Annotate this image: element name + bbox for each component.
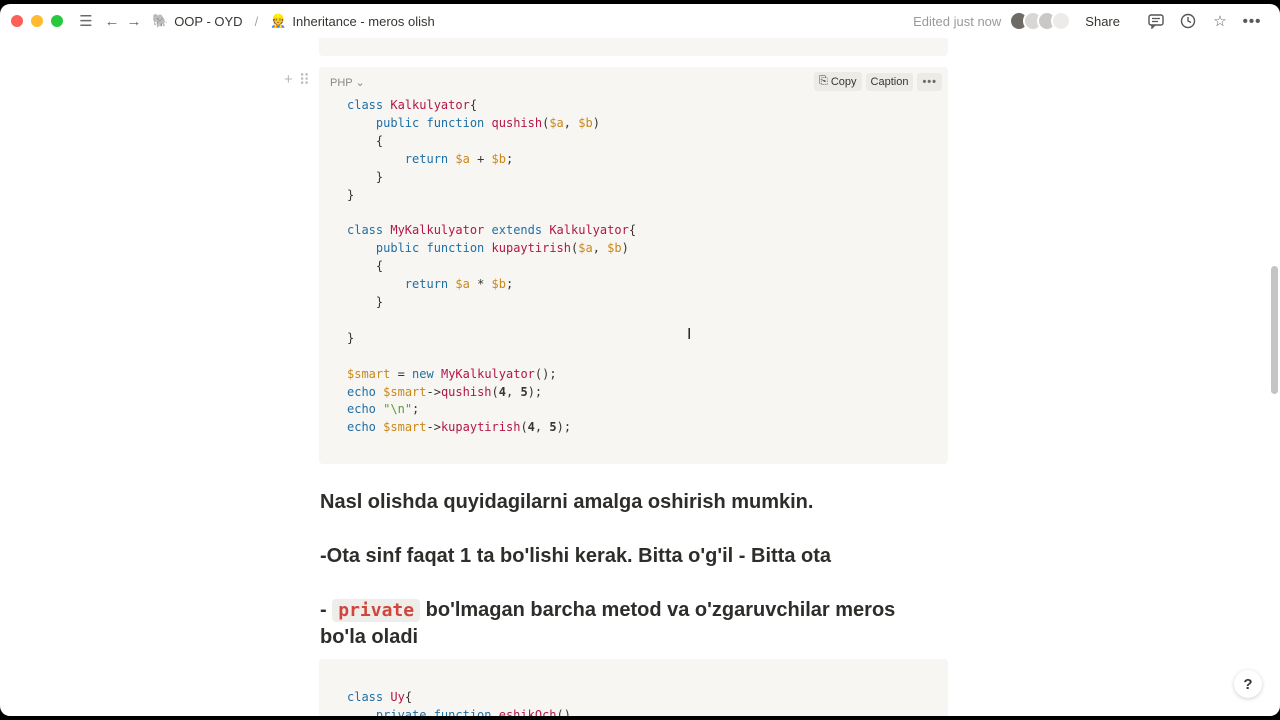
text-cursor-icon: I [687, 325, 692, 343]
copy-icon: ⎘ [819, 75, 828, 87]
breadcrumb: 🐘 OOP - OYD / 👷 Inheritance - meros olis… [152, 13, 435, 29]
more-options-icon[interactable]: ••• [1236, 13, 1268, 30]
code-more-button[interactable]: ••• [917, 72, 942, 91]
heading-prefix: - [320, 599, 327, 621]
breadcrumb-parent[interactable]: OOP - OYD [174, 14, 242, 29]
heading-inheritance-capabilities[interactable]: Nasl olishda quyidagilarni amalga oshiri… [320, 489, 940, 516]
right-toolbar: Edited just now Share ☆ ••• [913, 4, 1268, 38]
star-icon[interactable]: ☆ [1204, 12, 1236, 30]
page-icon: 👷 [270, 13, 287, 28]
breadcrumb-separator: / [254, 13, 259, 29]
elephant-icon: 🐘 [152, 13, 169, 28]
comment-icon[interactable] [1140, 13, 1172, 29]
top-bar: ☰ ← → 🐘 OOP - OYD / 👷 Inheritance - mero… [0, 4, 1280, 38]
avatar [1051, 11, 1072, 31]
history-clock-icon[interactable] [1172, 13, 1204, 29]
heading-private-members[interactable]: - private bo'lmagan barcha metod va o'zg… [320, 597, 940, 651]
zoom-window-button[interactable] [51, 15, 63, 27]
traffic-lights [11, 15, 63, 27]
heading-single-parent[interactable]: -Ota sinf faqat 1 ta bo'lishi kerak. Bit… [320, 543, 940, 570]
code-block[interactable]: PHP ⌄ ⎘ Copy Caption ••• class Kalkulyato… [319, 67, 948, 464]
avatar-group[interactable] [1009, 11, 1072, 31]
breadcrumb-page[interactable]: Inheritance - meros olish [292, 14, 434, 29]
code-language-label: PHP [330, 77, 353, 89]
app-window: ☰ ← → 🐘 OOP - OYD / 👷 Inheritance - mero… [0, 4, 1280, 716]
caption-button[interactable]: Caption [865, 72, 914, 91]
inline-code-private: private [332, 599, 421, 622]
forward-arrow-icon[interactable]: → [126, 13, 142, 30]
drag-handle-icon[interactable]: ⠿ [299, 71, 310, 89]
copy-label: Copy [830, 75, 857, 88]
block-handle: + ⠿ [284, 71, 310, 89]
chevron-down-icon: ⌄ [355, 77, 365, 89]
code-block-2[interactable]: class Uy{ private function eshikOch() [319, 659, 948, 716]
code-content[interactable]: class Kalkulyator{ public function qushi… [347, 97, 636, 437]
scrollbar-thumb[interactable] [1271, 266, 1278, 394]
close-window-button[interactable] [11, 15, 23, 27]
back-arrow-icon[interactable]: ← [104, 13, 120, 30]
minimize-window-button[interactable] [31, 15, 43, 27]
previous-code-block [319, 38, 948, 56]
code-language-select[interactable]: PHP ⌄ [330, 76, 365, 89]
add-block-icon[interactable]: + [284, 71, 293, 89]
edited-status: Edited just now [913, 13, 1002, 29]
code-content-2[interactable]: class Uy{ private function eshikOch() [347, 689, 571, 716]
copy-button[interactable]: ⎘ Copy [814, 72, 862, 91]
help-button[interactable]: ? [1234, 670, 1262, 698]
share-button[interactable]: Share [1085, 14, 1120, 29]
page-content: + ⠿ PHP ⌄ ⎘ Copy Caption ••• class Kalkul… [0, 38, 1268, 716]
code-toolbar: ⎘ Copy Caption ••• [814, 72, 942, 91]
menu-icon[interactable]: ☰ [77, 12, 95, 30]
scrollbar[interactable] [1268, 38, 1280, 716]
